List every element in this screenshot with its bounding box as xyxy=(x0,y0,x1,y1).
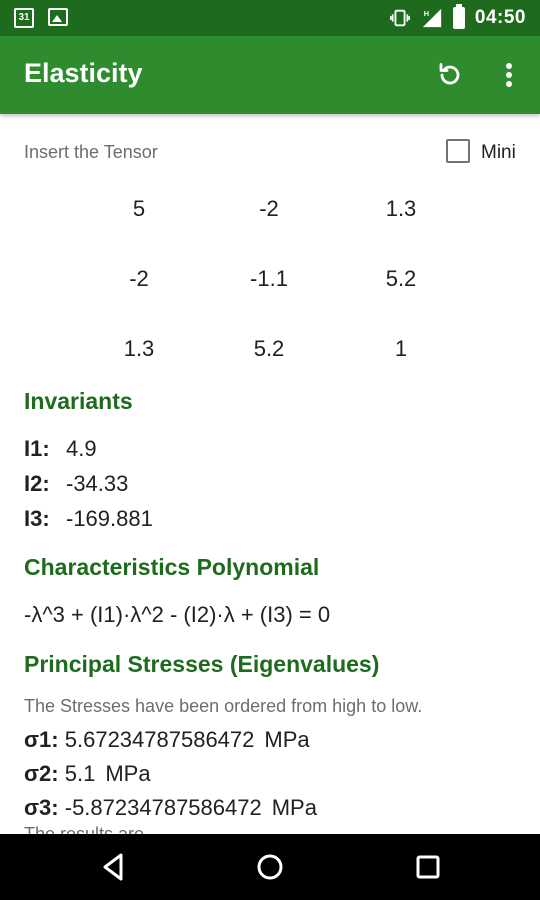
results-footnote: The results are ... xyxy=(24,824,165,834)
calendar-icon: 31 xyxy=(14,8,34,28)
invariant-value: -34.33 xyxy=(66,471,129,496)
stress-unit: MPa xyxy=(105,761,151,786)
mini-checkbox[interactable] xyxy=(446,139,470,163)
ordering-note: The Stresses have been ordered from high… xyxy=(24,696,423,716)
stress-sigma1: σ1: 5.67234787586472 MPa xyxy=(24,727,310,753)
stress-value: 5.1 xyxy=(64,761,96,786)
vibrate-icon xyxy=(389,9,410,27)
invariant-i2: I2: -34.33 xyxy=(24,471,128,497)
invariant-i3: I3: -169.881 xyxy=(24,506,153,532)
tensor-cell-r2c1[interactable]: -2 xyxy=(74,266,204,292)
invariant-key: I3: xyxy=(24,506,50,531)
principal-stresses-heading: Principal Stresses (Eigenvalues) xyxy=(24,651,380,677)
svg-text:H: H xyxy=(424,9,429,18)
stress-key: σ3: xyxy=(24,795,59,820)
stress-value: 5.67234787586472 xyxy=(64,727,255,752)
refresh-icon[interactable] xyxy=(432,57,468,93)
tensor-cell-r1c3[interactable]: 1.3 xyxy=(336,196,466,222)
tensor-cell-r3c1[interactable]: 1.3 xyxy=(74,336,204,362)
image-icon xyxy=(48,8,68,26)
home-icon[interactable] xyxy=(250,847,290,887)
tensor-cell-r1c2[interactable]: -2 xyxy=(204,196,334,222)
polynomial-heading: Characteristics Polynomial xyxy=(24,554,320,580)
stress-sigma2: σ2: 5.1 MPa xyxy=(24,761,151,787)
tensor-cell-r3c3[interactable]: 1 xyxy=(336,336,466,362)
status-time: 04:50 xyxy=(474,7,526,28)
invariant-i1: I1: 4.9 xyxy=(24,436,97,462)
signal-icon: H xyxy=(422,8,442,28)
tensor-cell-r3c2[interactable]: 5.2 xyxy=(204,336,334,362)
invariant-key: I1: xyxy=(24,436,50,461)
stress-unit: MPa xyxy=(271,795,317,820)
invariant-value: -169.881 xyxy=(66,506,153,531)
mini-checkbox-label[interactable]: Mini xyxy=(481,142,516,164)
status-bar: 31 H 04:50 xyxy=(0,0,540,36)
insert-tensor-label: Insert the Tensor xyxy=(24,142,158,162)
invariant-value: 4.9 xyxy=(66,436,97,461)
app-title: Elasticity xyxy=(24,58,143,88)
stress-sigma3: σ3: -5.87234787586472 MPa xyxy=(24,795,317,821)
invariants-heading: Invariants xyxy=(24,388,133,414)
tensor-cell-r2c2[interactable]: -1.1 xyxy=(204,266,334,292)
tensor-cell-r1c1[interactable]: 5 xyxy=(74,196,204,222)
main-content[interactable]: Insert the Tensor Mini 5 -2 1.3 -2 -1.1 … xyxy=(0,114,540,834)
recents-icon[interactable] xyxy=(408,847,448,887)
stress-value: -5.87234787586472 xyxy=(64,795,262,820)
back-icon[interactable] xyxy=(94,847,134,887)
navigation-bar xyxy=(0,834,540,900)
tensor-cell-r2c3[interactable]: 5.2 xyxy=(336,266,466,292)
stress-key: σ1: xyxy=(24,727,59,752)
more-vert-icon[interactable] xyxy=(494,57,524,93)
invariant-key: I2: xyxy=(24,471,50,496)
stress-unit: MPa xyxy=(264,727,310,752)
stress-key: σ2: xyxy=(24,761,59,786)
polynomial-expression: -λ^3 + (I1)·λ^2 - (I2)·λ + (I3) = 0 xyxy=(24,602,331,627)
app-bar: Elasticity xyxy=(0,36,540,114)
battery-icon xyxy=(452,4,465,29)
